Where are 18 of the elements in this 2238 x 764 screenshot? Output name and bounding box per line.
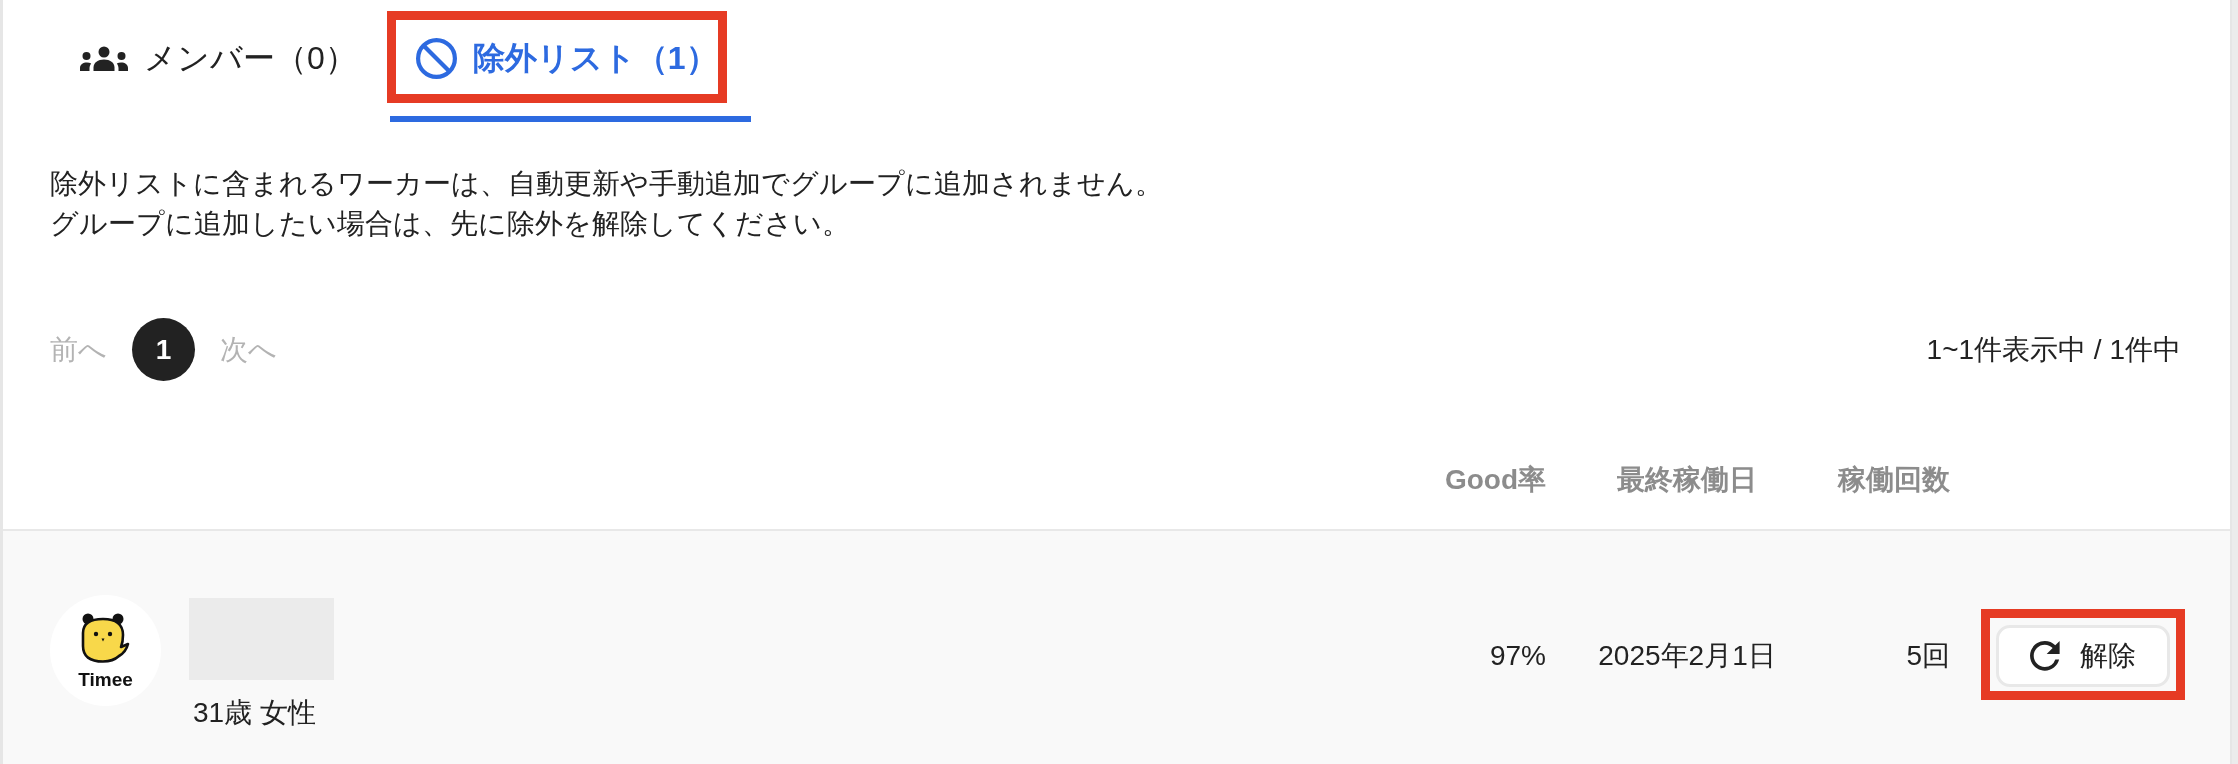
result-count: 1~1件表示中 / 1件中 bbox=[1926, 335, 2181, 364]
table-cell-text: 97% bbox=[1488, 639, 1546, 673]
column-header: Good率 bbox=[1443, 463, 1546, 497]
refresh-icon bbox=[2030, 641, 2060, 671]
ban-icon bbox=[415, 37, 457, 79]
tab[interactable]: 除外リスト（1） bbox=[389, 0, 751, 122]
people-icon bbox=[80, 45, 128, 71]
worker-details: 31歳 女性 bbox=[192, 696, 317, 730]
page-button[interactable]: 1 bbox=[132, 318, 195, 381]
description-text: 除外リストに含まれるワーカーは、自動更新や手動追加でグループに追加されません。 bbox=[50, 167, 1164, 201]
column-header: 稼働回数 bbox=[1836, 463, 1950, 497]
restore-button[interactable]: 解除 bbox=[1996, 625, 2170, 687]
tab[interactable]: メンバー（0） bbox=[54, 0, 390, 122]
column-header: 最終稼働日 bbox=[1616, 463, 1758, 497]
table-cell-text: 5回 bbox=[1905, 639, 1950, 673]
logo-text: Timee bbox=[78, 669, 133, 689]
description-text: グループに追加したい場合は、先に除外を解除してください。 bbox=[50, 207, 851, 241]
table-cell-text: 2025年2月1日 bbox=[1597, 639, 1777, 673]
